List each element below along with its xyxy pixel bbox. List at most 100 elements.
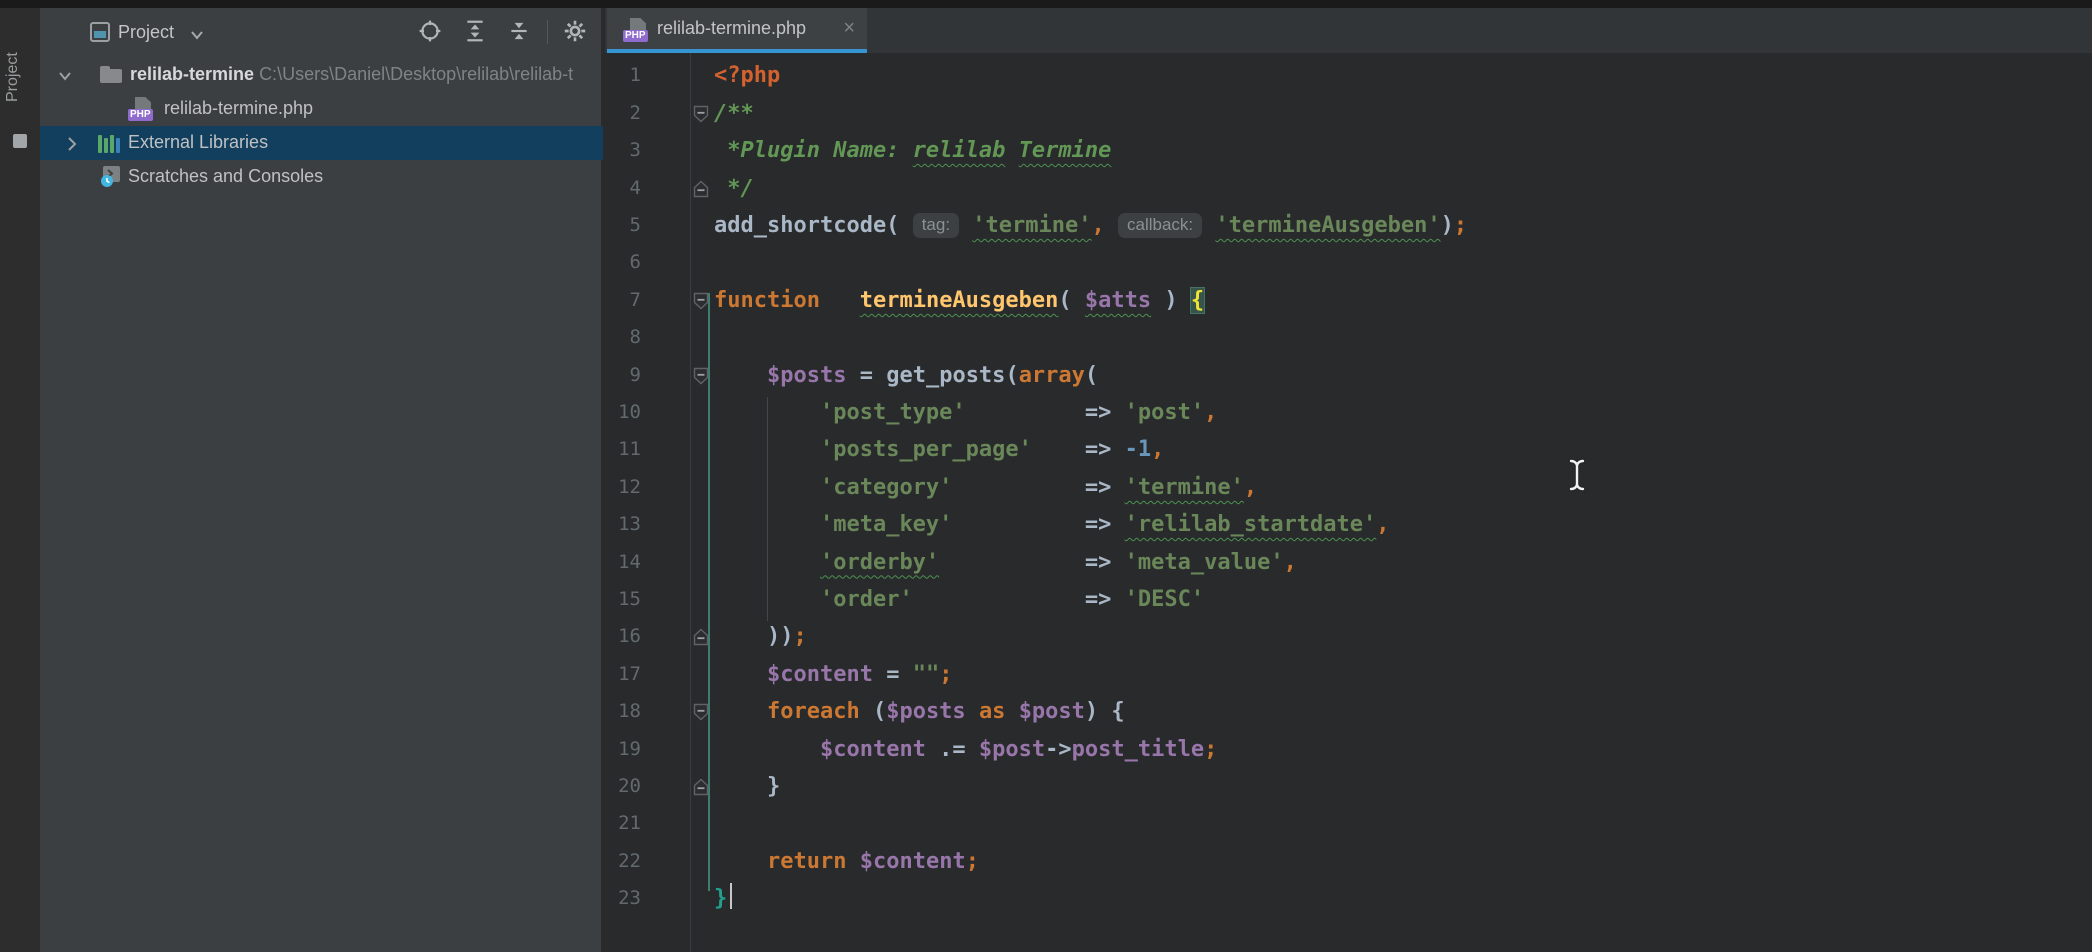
mouse-ibeam-cursor bbox=[1563, 457, 1591, 498]
code-token: as bbox=[979, 699, 1006, 724]
code-token: => bbox=[1085, 475, 1125, 500]
code-token bbox=[714, 662, 767, 687]
code-token bbox=[714, 437, 820, 462]
code-line-22[interactable]: return $content; bbox=[714, 843, 979, 880]
code-token: ; bbox=[1204, 737, 1217, 762]
tree-row-scratches[interactable]: Scratches and Consoles bbox=[40, 160, 603, 194]
code-token: $content bbox=[820, 737, 926, 762]
tool-window-stripe: Project bbox=[0, 8, 40, 952]
line-number: 7 bbox=[605, 282, 641, 319]
code-line-3[interactable]: *Plugin Name: relilab Termine bbox=[714, 132, 1111, 169]
code-token: $content bbox=[860, 849, 966, 874]
code-token: ) bbox=[1441, 213, 1454, 238]
code-line-5[interactable]: add_shortcode( tag: 'termine', callback:… bbox=[714, 207, 1467, 244]
code-token bbox=[1005, 699, 1018, 724]
code-token bbox=[714, 475, 820, 500]
chevron-right-icon[interactable] bbox=[66, 136, 78, 157]
line-number: 4 bbox=[605, 170, 641, 207]
code-line-4[interactable]: */ bbox=[714, 170, 754, 207]
editor-tab-relilab-termine[interactable]: PHP relilab-termine.php × bbox=[607, 8, 867, 53]
line-number: 8 bbox=[605, 319, 641, 356]
fold-marker-start[interactable] bbox=[693, 703, 709, 721]
code-line-23[interactable]: } bbox=[714, 880, 732, 917]
code-line-1[interactable]: <?php bbox=[714, 57, 780, 94]
code-line-16[interactable]: )); bbox=[714, 618, 807, 655]
code-token bbox=[913, 587, 1085, 612]
code-token: , bbox=[1244, 475, 1257, 500]
folder-icon bbox=[100, 66, 122, 83]
chevron-down-icon[interactable] bbox=[40, 68, 74, 89]
line-number: 17 bbox=[605, 656, 641, 693]
code-token bbox=[1032, 437, 1085, 462]
line-number: 11 bbox=[605, 431, 641, 468]
project-root-name: relilab-termine bbox=[130, 64, 254, 84]
line-number: 16 bbox=[605, 618, 641, 655]
project-panel-header: Project bbox=[40, 8, 601, 60]
tree-row-project-root[interactable]: relilab-termine C:\Users\Daniel\Desktop\… bbox=[40, 58, 603, 92]
code-token: , bbox=[1151, 437, 1164, 462]
code-token: 'meta_key' bbox=[820, 512, 952, 537]
code-line-18[interactable]: foreach ($posts as $post) { bbox=[714, 693, 1125, 730]
code-line-7[interactable]: function termineAusgeben( $atts ) { bbox=[714, 282, 1204, 319]
tab-title: relilab-termine.php bbox=[657, 18, 806, 39]
line-number: 21 bbox=[605, 805, 641, 842]
code-token: 'termine' bbox=[1125, 475, 1244, 500]
code-line-11[interactable]: 'posts_per_page' => -1, bbox=[714, 431, 1164, 468]
settings-gear-icon[interactable] bbox=[563, 19, 589, 45]
tree-row-external-libraries[interactable]: External Libraries bbox=[40, 126, 603, 160]
code-line-19[interactable]: $content .= $post->post_title; bbox=[714, 731, 1217, 768]
code-line-15[interactable]: 'order' => 'DESC' bbox=[714, 581, 1204, 618]
code-line-20[interactable]: } bbox=[714, 768, 780, 805]
fold-marker-start[interactable] bbox=[693, 292, 709, 310]
code-token: => bbox=[1085, 550, 1125, 575]
code-token: post_title bbox=[1072, 737, 1204, 762]
line-number: 5 bbox=[605, 207, 641, 244]
code-editor[interactable]: 1234567891011121314151617181920212223 <?… bbox=[605, 53, 2092, 952]
line-number: 19 bbox=[605, 731, 641, 768]
code-line-9[interactable]: $posts = get_posts(array( bbox=[714, 357, 1098, 394]
php-file-icon: PHP bbox=[623, 18, 651, 42]
project-stripe-button[interactable]: Project bbox=[4, 22, 36, 132]
tree-row-php-file[interactable]: PHP relilab-termine.php bbox=[40, 92, 603, 126]
tree-item-label: Scratches and Consoles bbox=[128, 166, 323, 187]
code-token: .= bbox=[926, 737, 979, 762]
code-token: Termine bbox=[1019, 138, 1112, 163]
line-number: 12 bbox=[605, 469, 641, 506]
expand-all-button[interactable] bbox=[464, 19, 490, 45]
project-panel-title[interactable]: Project bbox=[118, 22, 174, 43]
code-token bbox=[1005, 138, 1018, 163]
code-token bbox=[1105, 213, 1118, 238]
code-line-13[interactable]: 'meta_key' => 'relilab_startdate', bbox=[714, 506, 1390, 543]
tool-window-mini-icon[interactable] bbox=[13, 134, 27, 148]
code-token bbox=[714, 699, 767, 724]
code-token: 'post_type' bbox=[820, 400, 966, 425]
code-token: = bbox=[873, 662, 913, 687]
chevron-down-icon[interactable] bbox=[190, 27, 204, 45]
code-token: get_posts bbox=[886, 363, 1005, 388]
code-token: *Plugin Name: bbox=[714, 138, 913, 163]
code-token: array bbox=[1019, 363, 1085, 388]
tree-item-label: External Libraries bbox=[128, 132, 268, 153]
code-token bbox=[714, 587, 820, 612]
code-line-12[interactable]: 'category' => 'termine', bbox=[714, 469, 1257, 506]
code-token: */ bbox=[714, 176, 754, 201]
code-line-17[interactable]: $content = ""; bbox=[714, 656, 952, 693]
code-line-14[interactable]: 'orderby' => 'meta_value', bbox=[714, 544, 1297, 581]
code-line-10[interactable]: 'post_type' => 'post', bbox=[714, 394, 1217, 431]
locate-file-button[interactable] bbox=[418, 19, 444, 45]
code-token: ) bbox=[1151, 288, 1191, 313]
code-token bbox=[714, 550, 820, 575]
code-token: , bbox=[1376, 512, 1389, 537]
fold-marker-end[interactable] bbox=[693, 180, 709, 198]
fold-marker-end[interactable] bbox=[693, 628, 709, 646]
line-number: 9 bbox=[605, 357, 641, 394]
code-line-2[interactable]: /** bbox=[714, 95, 754, 132]
fold-marker-start[interactable] bbox=[693, 105, 709, 123]
fold-marker-end[interactable] bbox=[693, 778, 709, 796]
collapse-all-button[interactable] bbox=[508, 19, 534, 45]
code-token: <?php bbox=[714, 63, 780, 88]
fold-marker-start[interactable] bbox=[693, 367, 709, 385]
close-tab-icon[interactable]: × bbox=[843, 17, 855, 40]
toolbar-separator bbox=[547, 20, 548, 44]
code-token: ; bbox=[966, 849, 979, 874]
